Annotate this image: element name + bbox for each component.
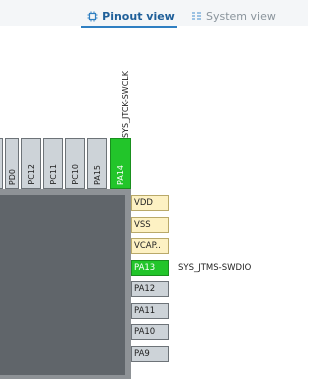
chip-icon bbox=[87, 11, 98, 21]
top-pin-pc10[interactable]: PC10 bbox=[65, 138, 85, 189]
chip-die bbox=[0, 195, 125, 375]
top-pin-pa14[interactable]: PA14 bbox=[110, 138, 131, 189]
tab-pinout-view[interactable]: Pinout view bbox=[81, 7, 177, 28]
view-tab-bar: Pinout view System view bbox=[0, 0, 308, 28]
right-pin-pa11[interactable]: PA11 bbox=[131, 303, 169, 319]
right-pin-vdd[interactable]: VDD bbox=[131, 195, 169, 211]
top-pin-pd0[interactable]: PD0 bbox=[5, 138, 19, 189]
tab-system-label: System view bbox=[206, 9, 276, 23]
pa13-signal-label: SYS_JTMS-SWDIO bbox=[178, 263, 252, 273]
right-pin-pa13[interactable]: PA13 bbox=[131, 260, 169, 276]
right-pin-pa12[interactable]: PA12 bbox=[131, 281, 169, 297]
top-pin-pa15[interactable]: PA15 bbox=[87, 138, 107, 189]
top-pin-pc12[interactable]: PC12 bbox=[21, 138, 41, 189]
top-pin-pc11[interactable]: PC11 bbox=[43, 138, 63, 189]
top-pin-partial[interactable] bbox=[0, 138, 3, 189]
tab-system-view[interactable]: System view bbox=[191, 7, 276, 25]
right-pin-vcap[interactable]: VCAP.. bbox=[131, 238, 169, 254]
right-pin-pa9[interactable]: PA9 bbox=[131, 346, 169, 362]
pa14-signal-label: SYS_JTCK-SWCLK bbox=[120, 71, 130, 138]
right-pin-vss[interactable]: VSS bbox=[131, 217, 169, 233]
right-pin-pa10[interactable]: PA10 bbox=[131, 324, 169, 340]
grid-icon bbox=[192, 11, 201, 20]
tab-pinout-label: Pinout view bbox=[102, 9, 175, 23]
